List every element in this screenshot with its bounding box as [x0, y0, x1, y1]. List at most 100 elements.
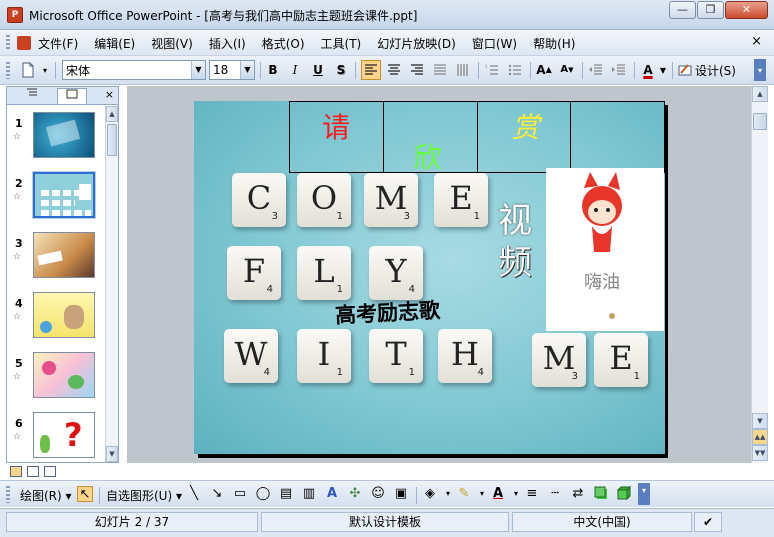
- close-pane-icon[interactable]: ×: [105, 88, 114, 101]
- rectangle-tool-icon[interactable]: ▭: [232, 486, 248, 502]
- table-cell[interactable]: 赏: [476, 101, 572, 173]
- draw-menu-button[interactable]: 绘图(R) ▾: [20, 487, 72, 504]
- letter-tile[interactable]: Y 4: [369, 246, 423, 300]
- menu-edit[interactable]: 编辑(E): [94, 35, 135, 52]
- fill-color-dropdown-icon[interactable]: ▾: [440, 486, 456, 502]
- drawbar-grip[interactable]: [6, 486, 10, 503]
- document-icon[interactable]: [17, 36, 31, 50]
- letter-tile[interactable]: F 4: [227, 246, 281, 300]
- minimize-button[interactable]: —: [669, 1, 696, 19]
- letter-tile[interactable]: I 1: [297, 329, 351, 383]
- increase-indent-icon[interactable]: [609, 60, 629, 80]
- vertical-textbox-icon[interactable]: ▥: [301, 486, 317, 502]
- slide-sorter-view-icon[interactable]: [27, 465, 39, 477]
- close-button[interactable]: ✕: [725, 1, 768, 19]
- table-cell[interactable]: 请: [289, 101, 384, 173]
- menu-tools[interactable]: 工具(T): [321, 35, 362, 52]
- scroll-thumb[interactable]: [107, 124, 117, 156]
- diagram-icon[interactable]: ✣: [347, 486, 363, 502]
- slide-thumbnail-3[interactable]: 3 ☆: [7, 226, 105, 286]
- chevron-down-icon[interactable]: ▼: [240, 61, 254, 79]
- distribute-text-icon[interactable]: [430, 60, 450, 80]
- normal-view-icon[interactable]: [10, 465, 22, 477]
- line-style-icon[interactable]: ≡: [524, 486, 540, 502]
- scroll-down-icon[interactable]: ▼: [106, 446, 118, 462]
- slide-thumbnail-2[interactable]: 2 ☆: [7, 166, 105, 226]
- letter-tile[interactable]: M 3: [364, 173, 418, 227]
- slide-thumbnail-5[interactable]: 5 ☆: [7, 346, 105, 406]
- scroll-thumb[interactable]: [753, 113, 767, 130]
- slide-thumbnail-4[interactable]: 4 ☆: [7, 286, 105, 346]
- powerpoint-app-icon[interactable]: P: [7, 7, 23, 23]
- dash-style-icon[interactable]: ┄: [547, 486, 563, 502]
- previous-slide-icon[interactable]: ▲▲: [752, 429, 768, 445]
- letter-tile[interactable]: O 1: [297, 173, 351, 227]
- table-cell[interactable]: [570, 101, 665, 173]
- next-slide-icon[interactable]: ▼▼: [752, 445, 768, 461]
- font-color-dropdown-icon[interactable]: ▼: [658, 60, 668, 80]
- menu-view[interactable]: 视图(V): [151, 35, 193, 52]
- slide-canvas[interactable]: C 3 O 1 M 3 E 1 F 4 L 1 Y 4 W 4 I 1 T 1 …: [194, 101, 665, 454]
- align-center-button[interactable]: [384, 60, 404, 80]
- shadow-style-icon[interactable]: [593, 486, 609, 502]
- picture-icon[interactable]: ▣: [393, 486, 409, 502]
- scroll-down-icon[interactable]: ▼: [752, 413, 768, 429]
- wordart-icon[interactable]: A: [324, 486, 340, 502]
- letter-tile[interactable]: W 4: [224, 329, 278, 383]
- slide-thumbnail-6[interactable]: 6 ☆ ?: [7, 406, 105, 462]
- font-name-select[interactable]: 宋体 ▼: [62, 60, 206, 80]
- numbering-icon[interactable]: 1: [482, 60, 502, 80]
- tab-outline[interactable]: [17, 88, 47, 104]
- slide-scrollbar[interactable]: ▲ ▼ ▲▲ ▼▼: [751, 86, 768, 463]
- drawbar-overflow-icon[interactable]: ▾: [638, 483, 650, 505]
- side-word[interactable]: 频: [498, 235, 532, 284]
- menu-file[interactable]: 文件(F): [38, 35, 78, 52]
- letter-tile[interactable]: M 3: [532, 333, 586, 387]
- letter-tile[interactable]: C 3: [232, 173, 286, 227]
- arrow-tool-icon[interactable]: ↘: [209, 486, 225, 502]
- toolbar-options-icon[interactable]: ▾: [40, 60, 50, 80]
- fill-color-icon[interactable]: ◈: [422, 486, 438, 502]
- bold-button[interactable]: B: [263, 60, 283, 80]
- spelling-check-icon[interactable]: ✔: [694, 512, 722, 532]
- menu-insert[interactable]: 插入(I): [209, 35, 246, 52]
- letter-tile[interactable]: H 4: [438, 329, 492, 383]
- autoshapes-menu-button[interactable]: 自选图形(U) ▾: [106, 487, 182, 504]
- 3d-style-icon[interactable]: [616, 485, 632, 502]
- menu-help[interactable]: 帮助(H): [533, 35, 575, 52]
- cartoon-picture[interactable]: 嗨油: [546, 168, 664, 331]
- menu-slideshow[interactable]: 幻灯片放映(D): [377, 35, 456, 52]
- arrow-style-icon[interactable]: ⇄: [570, 486, 586, 502]
- restore-button[interactable]: ❐: [697, 1, 724, 19]
- text-color-dropdown-icon[interactable]: ▾: [508, 486, 524, 502]
- increase-font-size-icon[interactable]: A ▲: [534, 60, 554, 80]
- letter-tile[interactable]: E 1: [434, 173, 488, 227]
- menu-window[interactable]: 窗口(W): [472, 35, 517, 52]
- menubar-grip[interactable]: [6, 35, 10, 51]
- decrease-font-size-icon[interactable]: A ▼: [557, 60, 577, 80]
- clipart-icon[interactable]: ☺: [370, 486, 386, 502]
- scroll-up-icon[interactable]: ▲: [752, 86, 768, 102]
- line-color-icon[interactable]: ✎: [456, 486, 472, 502]
- letter-tile[interactable]: T 1: [369, 329, 423, 383]
- table-cell[interactable]: 欣: [382, 101, 478, 174]
- chevron-down-icon[interactable]: ▼: [191, 61, 205, 79]
- song-title[interactable]: 高考励志歌: [334, 294, 440, 329]
- slide-thumbnail-1[interactable]: 1 ☆: [7, 106, 105, 166]
- decrease-indent-icon[interactable]: [586, 60, 606, 80]
- text-color-icon[interactable]: A: [490, 486, 506, 502]
- line-color-dropdown-icon[interactable]: ▾: [474, 486, 490, 502]
- scroll-up-icon[interactable]: ▲: [106, 106, 118, 122]
- thumbnails-scrollbar[interactable]: ▲ ▼: [105, 106, 118, 462]
- toolbar-grip[interactable]: [6, 62, 10, 79]
- new-document-icon[interactable]: [18, 60, 38, 80]
- bullets-icon[interactable]: [505, 60, 525, 80]
- tab-slides[interactable]: [57, 88, 87, 104]
- textbox-tool-icon[interactable]: ▤: [278, 486, 294, 502]
- align-right-button[interactable]: [407, 60, 427, 80]
- font-color-icon[interactable]: A: [638, 60, 658, 80]
- close-document-icon[interactable]: ×: [751, 34, 762, 49]
- letter-tile[interactable]: L 1: [297, 246, 351, 300]
- slideshow-view-icon[interactable]: [44, 465, 56, 477]
- italic-button[interactable]: I: [285, 60, 305, 80]
